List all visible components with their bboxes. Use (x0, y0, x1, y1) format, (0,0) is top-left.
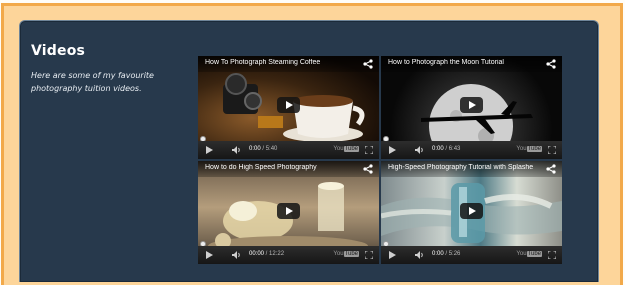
share-icon[interactable] (363, 164, 373, 174)
time-current: 0:00 (432, 251, 444, 257)
youtube-logo-you: You (516, 251, 527, 257)
fullscreen-icon[interactable] (365, 251, 373, 259)
youtube-logo-tube: Tube (526, 251, 542, 257)
volume-icon[interactable] (414, 250, 424, 260)
video-player-high-speed[interactable]: How to do High Speed Photography 00:00 /… (198, 161, 379, 264)
player-controls: 0:00 / 5:26 YouTube (381, 246, 562, 264)
youtube-logo-tube: Tube (343, 146, 359, 152)
time-display: 00:00 / 12:22 (249, 251, 284, 257)
time-display: 0:00 / 5:26 (432, 251, 460, 257)
video-player-moon[interactable]: How to Photograph the Moon Tutorial 0:00… (381, 56, 562, 159)
time-total: 12:22 (269, 251, 285, 257)
share-icon[interactable] (546, 59, 556, 69)
video-player-splashes[interactable]: High-Speed Photography Tutorial with Spl… (381, 161, 562, 264)
play-button[interactable] (277, 97, 300, 113)
time-display: 0:00 / 5:40 (249, 146, 277, 152)
video-title[interactable]: How to do High Speed Photography (205, 164, 355, 171)
time-display: 0:00 / 6:43 (432, 146, 460, 152)
play-button[interactable] (277, 203, 300, 219)
play-button[interactable] (460, 203, 483, 219)
video-title[interactable]: High-Speed Photography Tutorial with Spl… (388, 164, 538, 171)
youtube-logo[interactable]: YouTube (333, 251, 359, 257)
video-title[interactable]: How to Photograph the Moon Tutorial (388, 59, 538, 66)
player-controls: 0:00 / 5:40 YouTube (198, 141, 379, 159)
youtube-logo-you: You (516, 146, 527, 152)
time-total: 5:40 (265, 146, 278, 152)
youtube-logo[interactable]: YouTube (516, 146, 542, 152)
fullscreen-icon[interactable] (365, 146, 373, 154)
share-icon[interactable] (363, 59, 373, 69)
section-description: Here are some of my favourite photograph… (31, 71, 154, 93)
share-icon[interactable] (546, 164, 556, 174)
section-title: Videos (31, 43, 86, 59)
youtube-logo-tube: Tube (526, 146, 542, 152)
volume-icon[interactable] (231, 145, 241, 155)
time-current: 0:00 (249, 146, 261, 152)
play-icon[interactable] (389, 251, 396, 259)
youtube-logo[interactable]: YouTube (516, 251, 542, 257)
time-current: 0:00 (432, 146, 444, 152)
play-icon[interactable] (206, 146, 213, 154)
video-title[interactable]: How To Photograph Steaming Coffee (205, 59, 355, 66)
player-controls: 00:00 / 12:22 YouTube (198, 246, 379, 264)
youtube-logo[interactable]: YouTube (333, 146, 359, 152)
play-icon[interactable] (389, 146, 396, 154)
youtube-logo-you: You (333, 251, 344, 257)
video-player-steaming-coffee[interactable]: How To Photograph Steaming Coffee 0:00 /… (198, 56, 379, 159)
youtube-logo-tube: Tube (343, 251, 359, 257)
fullscreen-icon[interactable] (548, 146, 556, 154)
play-icon[interactable] (206, 251, 213, 259)
time-total: 5:26 (448, 251, 461, 257)
youtube-logo-you: You (333, 146, 344, 152)
player-controls: 0:00 / 6:43 YouTube (381, 141, 562, 159)
volume-icon[interactable] (414, 145, 424, 155)
volume-icon[interactable] (231, 250, 241, 260)
play-button[interactable] (460, 97, 483, 113)
time-current: 00:00 (249, 251, 265, 257)
time-total: 6:43 (448, 146, 461, 152)
fullscreen-icon[interactable] (548, 251, 556, 259)
